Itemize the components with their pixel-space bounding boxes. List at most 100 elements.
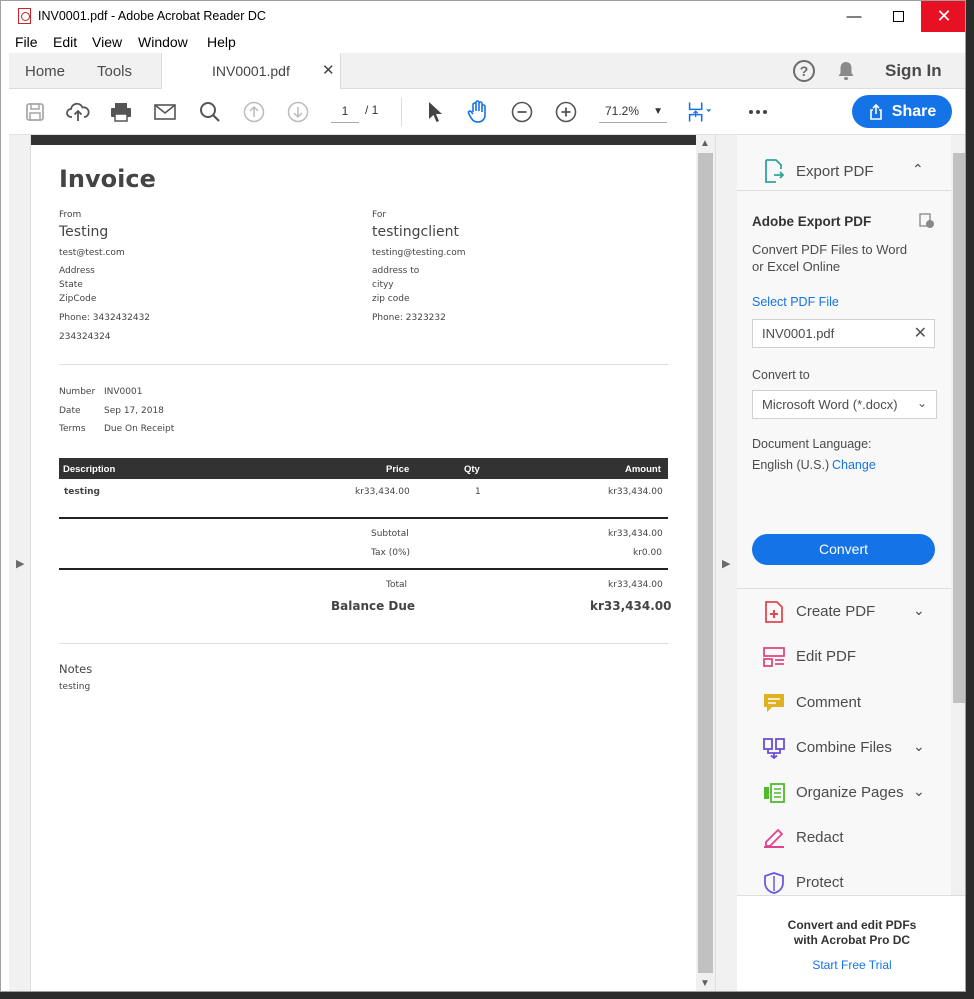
chevron-up-icon[interactable]: ⌃ bbox=[912, 161, 924, 178]
hand-tool-icon[interactable] bbox=[465, 99, 491, 125]
from-address: Address bbox=[59, 266, 95, 276]
item-qty: 1 bbox=[475, 487, 481, 497]
create-pdf-icon bbox=[765, 601, 783, 623]
close-tab-icon[interactable]: ✕ bbox=[322, 61, 335, 79]
left-panel-toggle[interactable]: ▶ bbox=[9, 135, 31, 991]
tab-document-label: INV0001.pdf bbox=[212, 63, 290, 79]
right-panel-toggle[interactable]: ▶ bbox=[715, 135, 737, 991]
tool-combine-files[interactable]: Combine Files ⌄ bbox=[737, 729, 951, 769]
scroll-up-icon[interactable]: ▲ bbox=[700, 138, 710, 149]
divider bbox=[59, 643, 668, 644]
zoom-in-icon[interactable] bbox=[553, 99, 579, 125]
start-free-trial-link[interactable]: Start Free Trial bbox=[737, 958, 965, 972]
tool-edit-pdf[interactable]: Edit PDF bbox=[737, 638, 951, 678]
tax-label: Tax (0%) bbox=[371, 548, 411, 558]
menu-file[interactable]: File bbox=[15, 34, 38, 50]
menu-view[interactable]: View bbox=[92, 34, 122, 50]
menu-help[interactable]: Help bbox=[207, 34, 236, 50]
select-cursor-icon[interactable] bbox=[422, 99, 448, 125]
export-settings-icon[interactable] bbox=[919, 213, 935, 229]
tab-home[interactable]: Home bbox=[25, 53, 65, 89]
upload-cloud-icon[interactable] bbox=[65, 99, 91, 125]
tool-label: Redact bbox=[796, 829, 844, 846]
edit-pdf-icon bbox=[763, 647, 785, 667]
zoom-out-icon[interactable] bbox=[509, 99, 535, 125]
share-button[interactable]: Share bbox=[852, 95, 952, 128]
col-price: Price bbox=[386, 464, 410, 475]
total-value: kr33,434.00 bbox=[608, 580, 663, 590]
select-pdf-file-link[interactable]: Select PDF File bbox=[752, 295, 839, 309]
page-number-input[interactable]: 1 bbox=[331, 99, 359, 123]
tool-create-pdf[interactable]: Create PDF ⌄ bbox=[737, 593, 951, 633]
subtotal-value: kr33,434.00 bbox=[608, 529, 663, 539]
tool-label: Create PDF bbox=[796, 603, 876, 620]
tab-bar: Home Tools INV0001.pdf ✕ ? Sign In bbox=[9, 53, 965, 90]
from-extra: 234324324 bbox=[59, 332, 111, 342]
share-icon bbox=[869, 103, 882, 120]
tool-organize-pages[interactable]: Organize Pages ⌄ bbox=[737, 774, 951, 814]
next-page-icon[interactable] bbox=[285, 99, 311, 125]
window-title: INV0001.pdf - Adobe Acrobat Reader DC bbox=[38, 9, 266, 23]
scrollbar-thumb[interactable] bbox=[953, 153, 965, 703]
chevron-down-icon[interactable]: ⌄ bbox=[913, 738, 925, 755]
help-icon[interactable]: ? bbox=[793, 60, 815, 82]
collapse-right-panel-icon[interactable]: ▶ bbox=[722, 557, 730, 570]
totals-rule bbox=[59, 568, 668, 570]
maximize-icon bbox=[892, 11, 904, 22]
tool-redact[interactable]: Redact bbox=[737, 819, 951, 859]
number-label: Number bbox=[59, 387, 96, 397]
chevron-down-icon[interactable]: ⌄ bbox=[913, 783, 925, 800]
export-desc-line1: Convert PDF Files to Word bbox=[752, 242, 908, 257]
menu-window[interactable]: Window bbox=[138, 34, 188, 50]
scrollbar-thumb[interactable] bbox=[698, 153, 713, 973]
save-icon[interactable] bbox=[22, 99, 48, 125]
col-amount: Amount bbox=[625, 464, 661, 475]
zoom-level-select[interactable]: 71.2% ▼ bbox=[599, 99, 667, 123]
menu-bar: File Edit View Window Help bbox=[1, 32, 965, 53]
document-scrollbar[interactable]: ▲ ▼ bbox=[696, 135, 715, 991]
change-language-link[interactable]: Change bbox=[832, 458, 876, 472]
menu-edit[interactable]: Edit bbox=[53, 34, 77, 50]
invoice-terms: Due On Receipt bbox=[104, 424, 175, 434]
document-language-value: English (U.S.) bbox=[752, 458, 830, 472]
sign-in-link[interactable]: Sign In bbox=[885, 61, 942, 81]
more-options-icon[interactable] bbox=[745, 99, 771, 125]
export-pdf-icon bbox=[765, 159, 785, 183]
previous-page-icon[interactable] bbox=[241, 99, 267, 125]
tool-comment[interactable]: Comment bbox=[737, 684, 951, 724]
expand-left-panel-icon[interactable]: ▶ bbox=[16, 557, 24, 570]
export-pdf-header[interactable]: Export PDF ⌃ bbox=[737, 153, 951, 191]
document-language-label: Document Language: bbox=[752, 437, 872, 451]
selected-file-field[interactable]: INV0001.pdf ✕ bbox=[752, 319, 935, 348]
item-amount: kr33,434.00 bbox=[608, 487, 663, 497]
comment-icon bbox=[764, 694, 784, 712]
minimize-button[interactable]: — bbox=[831, 1, 877, 32]
chevron-down-icon[interactable]: ⌄ bbox=[913, 602, 925, 619]
from-email: test@test.com bbox=[59, 248, 125, 258]
tools-panel-scrollbar[interactable] bbox=[951, 135, 965, 895]
page-fit-icon[interactable] bbox=[687, 99, 713, 125]
from-label: From bbox=[59, 210, 82, 220]
clear-file-icon[interactable]: ✕ bbox=[914, 323, 927, 343]
email-icon[interactable] bbox=[152, 99, 178, 125]
toolbar-divider bbox=[401, 98, 402, 126]
print-icon[interactable] bbox=[108, 99, 134, 125]
for-address: address to bbox=[372, 266, 420, 276]
tab-tools[interactable]: Tools bbox=[97, 53, 132, 89]
search-icon[interactable] bbox=[197, 99, 223, 125]
tools-panel: Export PDF ⌃ Adobe Export PDF Convert PD… bbox=[737, 135, 951, 991]
format-select[interactable]: Microsoft Word (*.docx) ⌄ bbox=[752, 390, 937, 419]
tab-document[interactable]: INV0001.pdf ✕ bbox=[161, 53, 341, 90]
close-window-button[interactable]: ✕ bbox=[921, 1, 965, 32]
col-description: Description bbox=[63, 464, 116, 475]
combine-files-icon bbox=[763, 738, 785, 759]
maximize-button[interactable] bbox=[875, 1, 921, 32]
convert-button[interactable]: Convert bbox=[752, 534, 935, 565]
invoice-number: INV0001 bbox=[104, 387, 143, 397]
scroll-down-icon[interactable]: ▼ bbox=[700, 978, 710, 989]
notifications-bell-icon[interactable] bbox=[837, 61, 855, 81]
for-name: testingclient bbox=[372, 224, 459, 240]
total-label: Total bbox=[386, 580, 408, 590]
export-pdf-title: Export PDF bbox=[796, 163, 874, 180]
from-state: State bbox=[59, 280, 83, 290]
